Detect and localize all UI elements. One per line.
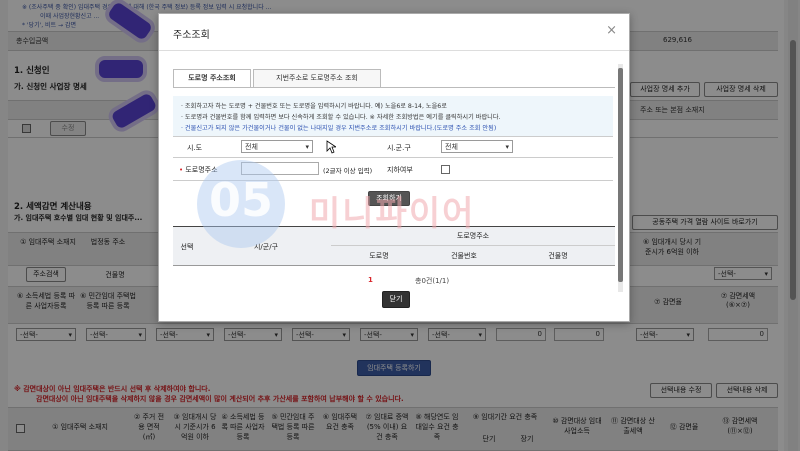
guide-line-3: · 건물신고가 되지 않은 가건물이거나 건물이 없는 나대지일 경우 지번주소…	[181, 125, 497, 132]
tab-underline	[173, 87, 615, 88]
dialog-title: 주소조회	[173, 30, 210, 41]
tab-road-address[interactable]: 도로명 주소조회	[173, 69, 251, 88]
dialog-scrollbar-thumb[interactable]	[618, 68, 623, 282]
form-top-border	[173, 136, 613, 137]
header-subdivider	[331, 245, 615, 246]
address-lookup-dialog: 주소조회 × 도로명 주소조회 지번주소로 도로명주소 조회 · 조회하고자 하…	[158, 13, 630, 322]
cursor-icon	[326, 140, 336, 154]
guide-line-2: · 도로명과 건물번호를 함께 입력하면 보다 신속하게 조회할 수 있습니다.…	[181, 114, 501, 121]
result-table-bottom	[173, 265, 615, 266]
underground-checkbox[interactable]	[441, 165, 450, 174]
close-icon[interactable]: ×	[606, 23, 617, 38]
tab-lot-address[interactable]: 지번주소로 도로명주소 조회	[253, 69, 381, 88]
sido-label: 시.도	[187, 144, 203, 152]
col-road-header: 도로명	[369, 252, 389, 260]
page-number[interactable]: 1	[368, 276, 373, 284]
watermark-text: 미니파이어	[309, 194, 476, 234]
sido-select[interactable]: 전체	[241, 140, 313, 154]
search-guide-box: · 조회하고자 하는 도로명 + 건물번호 또는 도로명을 입력하시기 바랍니다…	[173, 96, 613, 136]
close-button[interactable]: 닫기	[382, 291, 410, 308]
form-row-divider	[173, 157, 613, 158]
underground-label: 지하여부	[387, 166, 413, 174]
col-building-name-header: 건물명	[548, 252, 568, 260]
sigungu-label: 시.군.구	[387, 144, 411, 152]
watermark-number: 05	[209, 173, 274, 227]
guide-line-1: · 조회하고자 하는 도로명 + 건물번호 또는 도로명을 입력하시기 바랍니다…	[181, 103, 447, 110]
sigungu-select[interactable]: 전체	[441, 140, 513, 154]
col-sigungu-header: 시/군/구	[253, 243, 279, 251]
col-select-header: 선택	[180, 243, 194, 251]
col-building-no-header: 건물번호	[451, 252, 477, 260]
title-divider	[159, 50, 629, 51]
dialog-scrollbar[interactable]	[618, 64, 623, 292]
result-count: 총0건(1/1)	[415, 277, 450, 285]
road-input-hint: (2글자 이상 입력)	[323, 167, 373, 175]
